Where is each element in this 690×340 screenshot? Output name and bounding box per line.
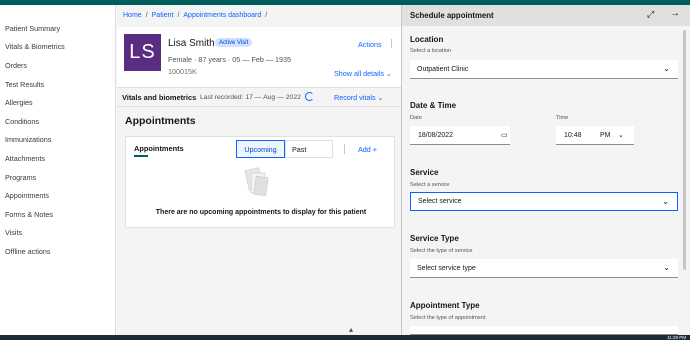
nav-immunizations[interactable]: Immunizations bbox=[0, 131, 115, 150]
service-type-title: Service Type bbox=[410, 234, 459, 243]
patient-demographics: Female · 87 years · 05 — Feb — 1935 bbox=[168, 55, 292, 64]
nav-appointments[interactable]: Appointments bbox=[0, 186, 115, 205]
patient-banner: LS Lisa Smith Active Visit Female · 87 y… bbox=[117, 27, 401, 87]
date-time-title: Date & Time bbox=[410, 101, 457, 110]
time-label: Time bbox=[556, 115, 569, 121]
breadcrumb-separator: / bbox=[145, 12, 148, 19]
avatar: LS bbox=[124, 34, 161, 71]
appointment-type-title: Appointment Type bbox=[410, 301, 480, 310]
add-appointment-button[interactable]: Add + bbox=[358, 145, 377, 154]
close-panel-icon[interactable]: → bbox=[670, 8, 680, 19]
divider bbox=[344, 144, 345, 154]
appointments-card-title: Appointments bbox=[134, 144, 184, 153]
show-all-details-button[interactable]: Show all details ⌄ bbox=[334, 69, 392, 78]
scrollbar[interactable] bbox=[683, 30, 686, 270]
service-helper: Select a service bbox=[410, 182, 450, 188]
nav-orders[interactable]: Orders bbox=[0, 56, 115, 75]
nav-attachments[interactable]: Attachments bbox=[0, 149, 115, 168]
ampm-select[interactable]: PM bbox=[600, 132, 611, 139]
panel-header: Schedule appointment ⤢ → bbox=[402, 5, 690, 26]
upcoming-tab[interactable]: Upcoming bbox=[236, 140, 285, 158]
chevron-down-icon: ⌄ bbox=[662, 197, 669, 206]
title-underline bbox=[134, 155, 148, 157]
breadcrumb-home[interactable]: Home bbox=[123, 12, 142, 19]
active-visit-badge: Active Visit bbox=[215, 38, 253, 47]
maximize-icon[interactable]: ⤢ bbox=[647, 9, 654, 20]
service-type-select[interactable]: Select service type ⌄ bbox=[410, 259, 678, 278]
nav-vitals-biometrics[interactable]: Vitals & Biometrics bbox=[0, 38, 115, 57]
left-navigation: Patient Summary Vitals & Biometrics Orde… bbox=[0, 5, 116, 335]
empty-state-message: There are no upcoming appointments to di… bbox=[155, 209, 367, 216]
patient-name: Lisa Smith bbox=[168, 38, 215, 49]
scroll-up-icon[interactable]: ▴ bbox=[349, 325, 353, 334]
calendar-icon[interactable]: ▭ bbox=[501, 131, 508, 139]
record-vitals-button[interactable]: Record vitals ⌄ bbox=[334, 93, 384, 102]
date-value: 18/08/2022 bbox=[418, 131, 454, 139]
date-input[interactable]: 18/08/2022 ▭ bbox=[410, 126, 510, 145]
breadcrumb-separator: / bbox=[265, 12, 268, 19]
os-taskbar: 11:28 PM bbox=[0, 335, 690, 340]
nav-patient-summary[interactable]: Patient Summary bbox=[0, 19, 115, 38]
appointments-card: Appointments Upcoming Past Add + There a… bbox=[125, 136, 395, 228]
actions-button[interactable]: Actions bbox=[358, 40, 382, 49]
vitals-header: Vitals and biometrics Last recorded: 17 … bbox=[117, 87, 401, 107]
nav-conditions[interactable]: Conditions bbox=[0, 112, 115, 131]
panel-title: Schedule appointment bbox=[410, 11, 494, 20]
service-type-select-value: Select service type bbox=[417, 264, 476, 272]
breadcrumb-patient[interactable]: Patient bbox=[152, 12, 174, 19]
location-helper: Select a location bbox=[410, 48, 452, 54]
nav-forms-notes[interactable]: Forms & Notes bbox=[0, 205, 115, 224]
date-label: Date bbox=[410, 115, 422, 121]
chevron-down-icon: ⌄ bbox=[663, 64, 670, 73]
breadcrumb-appointments-dashboard[interactable]: Appointments dashboard bbox=[183, 12, 261, 19]
location-select[interactable]: Outpatient Clinic ⌄ bbox=[410, 60, 678, 79]
time-input[interactable]: 10:48 PM ⌄ bbox=[556, 126, 634, 145]
past-tab[interactable]: Past bbox=[285, 140, 333, 158]
chevron-down-icon: ⌄ bbox=[618, 132, 624, 139]
nav-visits[interactable]: Visits bbox=[0, 224, 115, 243]
loading-spinner-icon bbox=[305, 92, 314, 101]
service-type-helper: Select the type of service bbox=[410, 248, 473, 254]
schedule-appointment-panel: Schedule appointment ⤢ → Location Select… bbox=[401, 5, 690, 335]
breadcrumb: Home / Patient / Appointments dashboard … bbox=[123, 12, 267, 19]
appointment-type-helper: Select the type of appointment bbox=[410, 315, 486, 321]
service-title: Service bbox=[410, 168, 439, 177]
vitals-title: Vitals and biometrics bbox=[122, 93, 197, 102]
taskbar-clock: 11:28 PM bbox=[667, 335, 686, 340]
location-select-value: Outpatient Clinic bbox=[417, 65, 469, 73]
empty-state-icon bbox=[244, 167, 269, 197]
breadcrumb-separator: / bbox=[177, 12, 180, 19]
patient-identifier: 100015K bbox=[168, 67, 197, 76]
nav-allergies[interactable]: Allergies bbox=[0, 93, 115, 112]
divider bbox=[391, 39, 392, 48]
time-value: 10:48 bbox=[564, 131, 582, 139]
vitals-last-recorded: Last recorded: 17 — Aug — 2022 bbox=[200, 93, 301, 101]
service-select-value: Select service bbox=[418, 198, 462, 205]
nav-test-results[interactable]: Test Results bbox=[0, 75, 115, 94]
nav-offline-actions[interactable]: Offline actions bbox=[0, 242, 115, 261]
appointments-heading: Appointments bbox=[125, 115, 196, 127]
chevron-down-icon: ⌄ bbox=[663, 263, 670, 272]
appointment-type-select[interactable] bbox=[410, 326, 678, 335]
main-content: Home / Patient / Appointments dashboard … bbox=[117, 5, 401, 335]
nav-programs[interactable]: Programs bbox=[0, 168, 115, 187]
location-title: Location bbox=[410, 35, 444, 44]
service-select[interactable]: Select service ⌄ bbox=[410, 192, 678, 211]
